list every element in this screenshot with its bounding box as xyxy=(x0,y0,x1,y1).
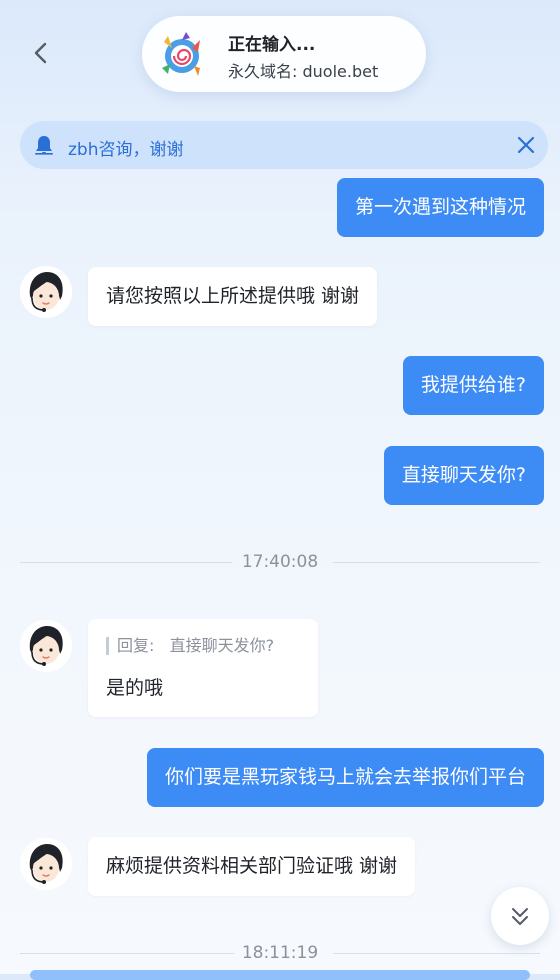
domain-label: 永久域名: duole.bet xyxy=(228,62,379,81)
agent-avatar xyxy=(20,838,72,890)
user-message: 第一次遇到这种情况 xyxy=(336,178,544,237)
agent-avatar-icon xyxy=(20,838,72,890)
timestamp: 18:11:19 xyxy=(241,943,319,963)
user-message: 直接聊天发你? xyxy=(383,446,544,505)
brand-logo xyxy=(156,28,208,80)
reply-text: 是的哦 xyxy=(106,677,164,699)
agent-message: 麻烦提供资料相关部门验证哦 谢谢 xyxy=(88,837,416,896)
agent-avatar-icon xyxy=(20,620,72,672)
notice-text: zbh咨询，谢谢 xyxy=(68,140,184,160)
timestamp: 17:40:08 xyxy=(241,552,319,572)
agent-avatar-icon xyxy=(20,266,72,318)
reply-quoted-text: 直接聊天发你? xyxy=(169,636,275,655)
notice-bar: zbh咨询，谢谢 xyxy=(20,121,548,169)
back-button[interactable] xyxy=(24,36,58,70)
close-icon[interactable] xyxy=(516,135,536,155)
agent-reply-message: 回复: 直接聊天发你? 是的哦 xyxy=(88,619,318,717)
typing-status: 正在输入... xyxy=(228,35,316,55)
agent-message: 请您按照以上所述提供哦 谢谢 xyxy=(88,267,378,326)
user-message: 你们要是黑玩家钱马上就会去举报你们平台 xyxy=(146,748,544,807)
double-chevron-down-icon xyxy=(512,908,528,925)
time-separator: 18:11:19 xyxy=(20,941,540,965)
agent-avatar xyxy=(20,266,72,318)
time-separator: 17:40:08 xyxy=(20,550,540,574)
scroll-to-bottom-button[interactable] xyxy=(491,887,549,945)
chat-header: 正在输入... 永久域名: duole.bet xyxy=(142,16,426,92)
agent-avatar xyxy=(20,620,72,672)
input-bar-edge xyxy=(30,970,530,980)
reply-label: 回复: xyxy=(117,636,155,655)
reply-quote: 回复: 直接聊天发你? xyxy=(106,637,300,655)
bell-icon xyxy=(32,133,56,157)
chevron-left-icon xyxy=(34,42,47,64)
user-message: 我提供给谁? xyxy=(402,356,544,415)
